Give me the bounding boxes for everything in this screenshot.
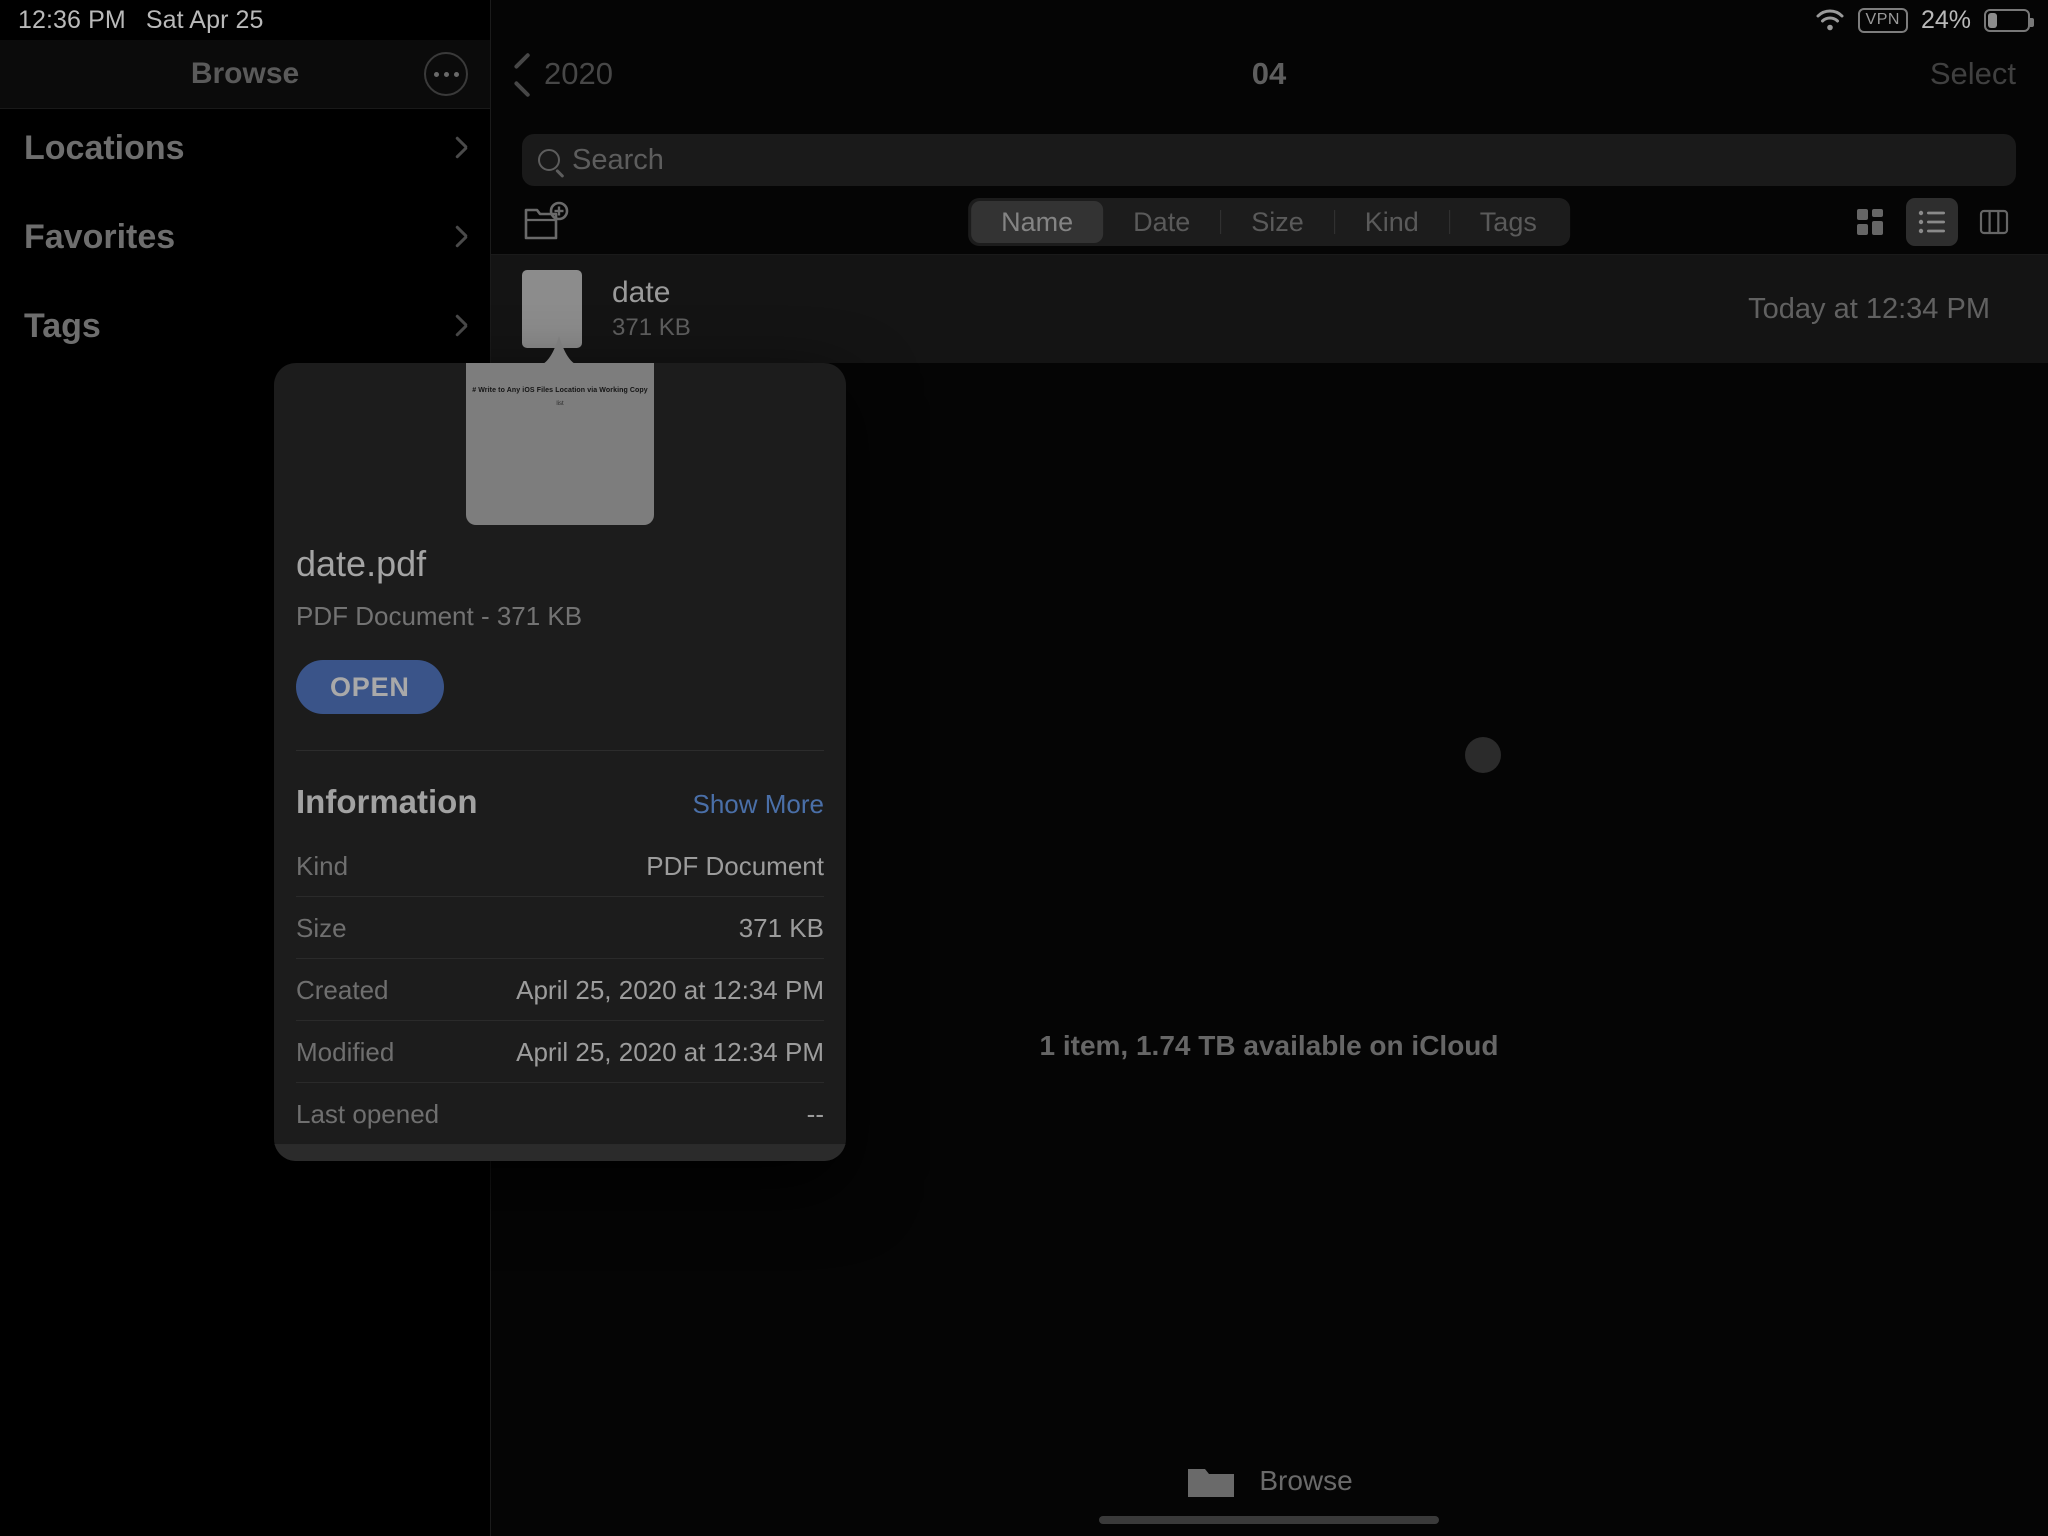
info-row-kind: Kind PDF Document <box>296 845 824 896</box>
popover-arrow <box>536 336 582 366</box>
select-button[interactable]: Select <box>1930 40 2016 108</box>
popover-divider <box>296 750 824 751</box>
sidebar-item-label: Favorites <box>24 217 176 256</box>
file-size: 371 KB <box>612 314 691 341</box>
navigation-bar: 2020 04 Select <box>490 40 2048 108</box>
preview-subheading: list <box>556 401 564 407</box>
info-key: Kind <box>296 851 349 881</box>
new-folder-icon[interactable] <box>522 200 574 242</box>
battery-fill <box>1988 12 1998 28</box>
sort-option-date[interactable]: Date <box>1103 201 1220 243</box>
tab-browse[interactable]: Browse <box>1259 1465 1352 1497</box>
more-dot <box>433 71 439 77</box>
file-name: date <box>612 276 671 309</box>
search-bar[interactable]: Search <box>522 134 2016 186</box>
file-meta: date 371 KB <box>612 276 691 342</box>
back-button-label: 2020 <box>544 56 613 91</box>
grid-icon[interactable] <box>1844 198 1896 246</box>
chevron-right-icon <box>452 312 468 340</box>
info-row-last-opened: Last opened -- <box>296 1082 824 1144</box>
folder-icon[interactable] <box>1185 1461 1237 1501</box>
open-button[interactable]: OPEN <box>296 660 444 714</box>
sort-option-name[interactable]: Name <box>971 201 1104 243</box>
chevron-left-icon <box>512 58 530 90</box>
view-mode-buttons <box>1844 198 2020 246</box>
info-row-created: Created April 25, 2020 at 12:34 PM <box>296 958 824 1020</box>
file-preview-thumbnail: # Write to Any iOS Files Location via Wo… <box>466 363 654 525</box>
columns-icon[interactable] <box>1968 198 2020 246</box>
show-more-button[interactable]: Show More <box>693 789 825 820</box>
wifi-icon <box>1815 9 1845 31</box>
home-indicator <box>1099 1516 1439 1524</box>
table-row[interactable]: date 371 KB Today at 12:34 PM <box>490 255 2048 363</box>
sidebar-item-label: Locations <box>24 128 185 167</box>
info-row-where[interactable]: Where iCloud Drive ▸ Desktop ▸ Inbox ▸ 2… <box>274 1144 846 1161</box>
status-date: Sat Apr 25 <box>145 5 264 34</box>
battery-percent: 24% <box>1920 5 1971 34</box>
info-value: PDF Document <box>646 851 824 881</box>
preview-heading: # Write to Any iOS Files Location via Wo… <box>472 387 648 394</box>
sidebar-item-tags[interactable]: Tags <box>0 296 490 356</box>
sort-option-size[interactable]: Size <box>1221 201 1334 243</box>
popover-subtitle: PDF Document - 371 KB <box>296 601 583 631</box>
information-header: Information Show More <box>296 783 824 821</box>
sidebar-item-favorites[interactable]: Favorites <box>0 207 490 267</box>
sidebar-item-label: Tags <box>24 306 101 345</box>
popover-body: date.pdf PDF Document - 371 KB OPEN Info… <box>274 531 846 1161</box>
info-value: -- <box>806 1099 824 1129</box>
info-key: Size <box>296 913 347 943</box>
info-row-modified: Modified April 25, 2020 at 12:34 PM <box>296 1020 824 1082</box>
status-time: 12:36 PM <box>18 5 126 34</box>
info-value: April 25, 2020 at 12:34 PM <box>516 975 824 1005</box>
info-value: April 25, 2020 at 12:34 PM <box>516 1037 824 1067</box>
sort-option-tags[interactable]: Tags <box>1450 201 1567 243</box>
battery-icon <box>1984 8 2034 32</box>
chevron-right-icon <box>452 223 468 251</box>
information-title: Information <box>296 783 478 820</box>
info-key: Created <box>296 975 389 1005</box>
back-button[interactable]: 2020 <box>490 56 613 92</box>
file-date: Today at 12:34 PM <box>1748 292 1990 325</box>
status-bar-right: VPN 24% <box>1815 0 2034 40</box>
sidebar-title: Browse <box>190 57 300 90</box>
list-icon[interactable] <box>1906 198 1958 246</box>
info-key: Last opened <box>296 1099 440 1129</box>
search-icon <box>538 149 560 171</box>
chevron-right-icon <box>452 134 468 162</box>
more-dot <box>453 71 459 77</box>
info-key: Modified <box>296 1037 395 1067</box>
sidebar-divider <box>0 108 490 109</box>
sort-segmented-control[interactable]: Name Date Size Kind Tags <box>968 198 1570 246</box>
search-input[interactable]: Search <box>572 144 664 177</box>
sidebar-header: Browse <box>0 40 490 108</box>
info-value: 371 KB <box>738 913 824 943</box>
thumbnail-text-lines <box>529 304 575 322</box>
file-toolbar: Name Date Size Kind Tags <box>490 186 2048 254</box>
loading-dot <box>1465 737 1501 773</box>
information-table: Kind PDF Document Size 371 KB Created Ap… <box>274 845 846 1161</box>
status-bar: 12:36 PM Sat Apr 25 VPN 24% <box>0 0 2048 40</box>
vpn-badge: VPN <box>1857 7 1908 33</box>
ipad-files-app-screen: 12:36 PM Sat Apr 25 VPN 24% Browse Locat… <box>0 0 2048 1536</box>
status-bar-left: 12:36 PM Sat Apr 25 <box>0 6 264 35</box>
more-dot <box>443 71 449 77</box>
sort-option-kind[interactable]: Kind <box>1335 201 1449 243</box>
more-ellipsis-icon[interactable] <box>424 52 468 96</box>
page-title: 04 <box>1251 56 1287 91</box>
info-row-size: Size 371 KB <box>296 896 824 958</box>
sidebar-item-locations[interactable]: Locations <box>0 118 490 178</box>
popover-filename: date.pdf <box>296 543 427 584</box>
